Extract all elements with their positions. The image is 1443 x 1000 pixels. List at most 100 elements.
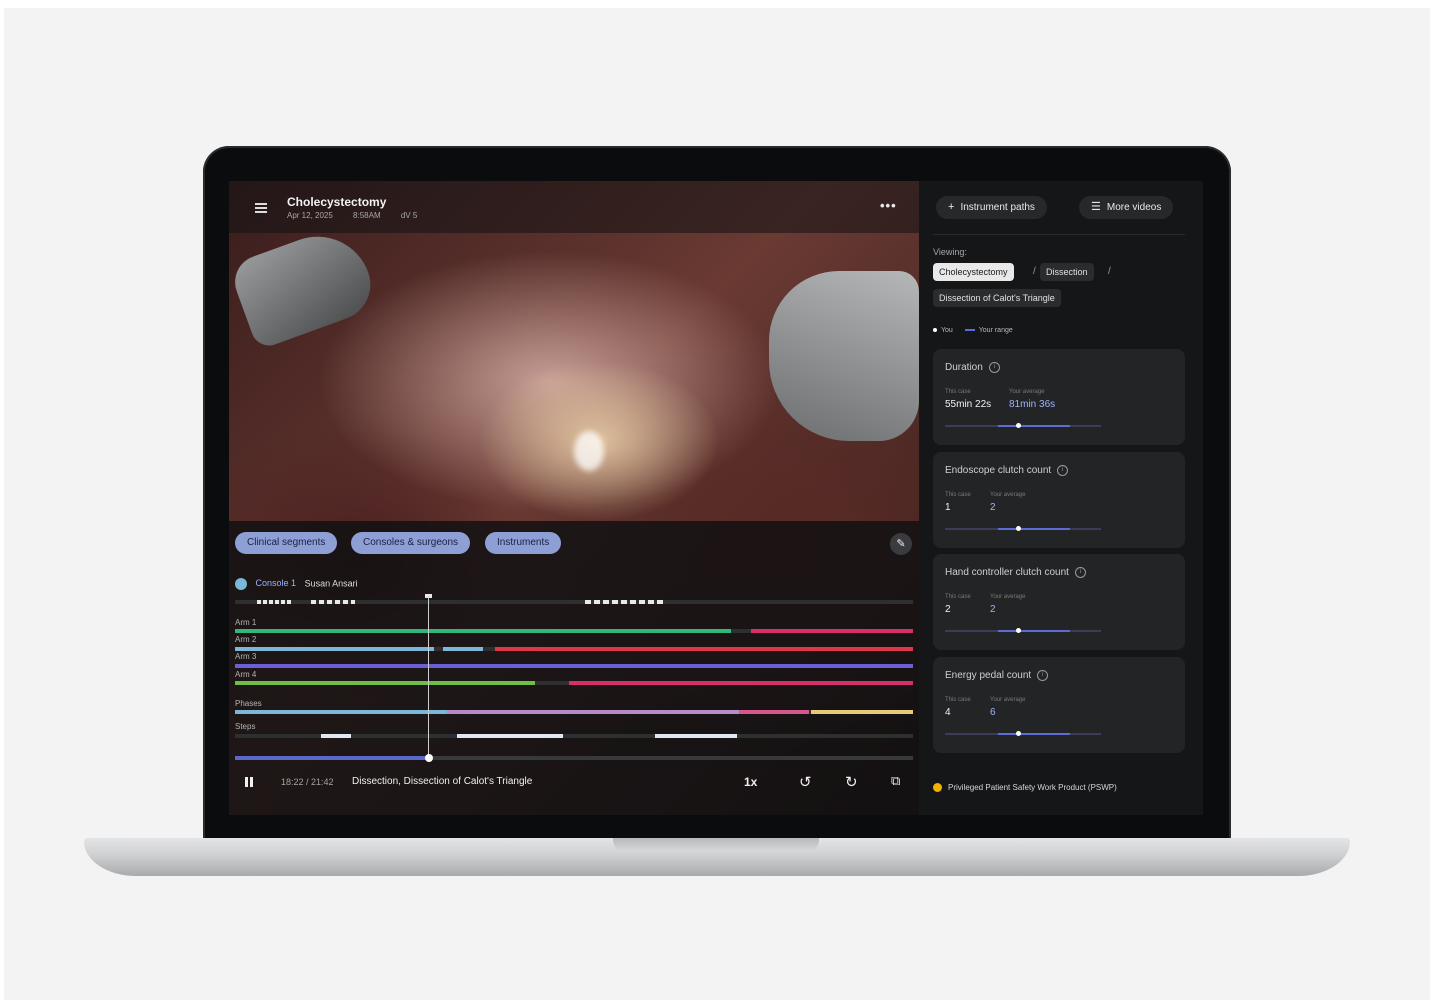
you-marker [1016,731,1022,736]
metric-card: Duration i This case Your average 55min 22s 8… [933,349,1185,445]
instrument-image [229,221,381,351]
arm-2-segment [235,647,434,651]
average-value: 6 [990,707,996,718]
metric-title-text: Duration [945,362,983,374]
this-case-label: This case [945,492,971,498]
chip-clinical-segments[interactable]: Clinical segments [235,532,338,554]
arm-3-segment [235,664,913,668]
legend-you-marker [933,328,937,333]
video-meta: Apr 12, 2025 8:58AM dV 5 [287,211,435,220]
arm-2-segment [495,647,913,651]
pswp-notice: Privileged Patient Safety Work Product (… [933,783,1117,793]
this-case-value: 1 [945,502,951,513]
arm-4-segment [235,681,535,685]
metric-title: Endoscope clutch count i [945,465,1069,476]
metric-card: Endoscope clutch count i This case Your ave… [933,452,1185,548]
your-range-bar [998,630,1070,632]
plus-icon: + [948,201,955,213]
average-value: 2 [990,604,996,615]
your-range-bar [998,733,1070,735]
phase-segment [811,710,913,714]
playback-controls: 18:22 / 21:42 Dissection, Dissection of … [229,769,919,799]
this-case-value: 4 [945,707,951,718]
legend-you: You [941,327,953,334]
divider [933,234,1185,235]
phase-segment [235,710,447,714]
phase-segment [447,710,739,714]
track-label-phases: Phases [235,699,262,708]
more-videos-label: More videos [1106,202,1162,213]
activity-segment [585,600,665,604]
chart-legend: You Your range [933,327,1013,334]
case-index: dV 5 [400,211,418,220]
breadcrumb-procedure[interactable]: Cholecystectomy [933,263,1014,281]
arm-2-segment [443,647,483,651]
average-value: 81min 36s [1009,399,1056,410]
chip-consoles-surgeons[interactable]: Consoles & surgeons [351,532,471,554]
pin-icon[interactable]: ✎ [890,533,912,555]
average-label: Your average [1009,389,1045,395]
step-segment [457,734,563,738]
chip-instruments[interactable]: Instruments [485,532,562,554]
console-label: Console 1 [255,578,297,589]
this-case-label: This case [945,697,971,703]
more-horizontal-icon[interactable]: ••• [880,198,897,213]
legend-range: Your range [978,327,1013,334]
rewind-icon[interactable]: ↺ [799,773,812,791]
video-date: Apr 12, 2025 [287,211,333,220]
arm-1-segment [235,629,731,633]
playback-speed-button[interactable]: 1x [744,775,757,789]
more-videos-button[interactable]: ☰ More videos [1079,196,1174,219]
average-label: Your average [990,492,1026,498]
picture-in-picture-icon[interactable]: ⧉ [891,773,900,789]
console-row: Console 1 Susan Ansari [235,578,358,592]
video-time: 8:58AM [353,211,381,220]
arm-1-segment [751,629,913,633]
info-icon[interactable]: i [1057,465,1069,476]
info-icon[interactable]: i [1074,567,1086,578]
video-header: Cholecystectomy Apr 12, 2025 8:58AM dV 5… [229,181,919,233]
this-case-value: 55min 22s [945,399,992,410]
tissue-highlight [574,431,604,471]
metric-card: Hand controller clutch count i This case Yo… [933,554,1185,650]
metric-title: Duration i [945,362,1000,373]
metric-title-text: Hand controller clutch count [945,567,1069,579]
instrument-paths-button[interactable]: + Instrument paths [936,196,1047,219]
instrument-paths-label: Instrument paths [960,202,1035,213]
metric-card: Energy pedal count i This case Your average… [933,657,1185,753]
app-screen: Cholecystectomy Apr 12, 2025 8:58AM dV 5… [229,181,1203,815]
step-segment [321,734,351,738]
list-icon: ☰ [1091,201,1101,213]
phase-segment [739,710,809,714]
playhead-line [428,596,429,758]
this-case-label: This case [945,389,971,395]
your-range-bar [998,528,1070,530]
track-label-arm-2: Arm 2 [235,635,257,644]
surgical-video[interactable]: Cholecystectomy Apr 12, 2025 8:58AM dV 5… [229,181,919,815]
arm-4-segment [569,681,913,685]
surgeon-name: Susan Ansari [304,578,358,589]
menu-icon[interactable] [255,203,267,213]
user-icon [235,578,247,590]
info-icon[interactable]: i [1037,670,1049,681]
breadcrumb-step[interactable]: Dissection of Calot's Triangle [933,289,1061,307]
forward-icon[interactable]: ↻ [845,773,858,791]
you-marker [1016,423,1022,428]
breadcrumb-phase[interactable]: Dissection [1040,263,1094,281]
metric-title-text: Energy pedal count [945,670,1032,682]
info-icon[interactable]: i [988,362,1000,373]
playhead-handle[interactable] [425,754,433,762]
video-title: Cholecystectomy [287,195,387,209]
your-range-bar [998,425,1070,427]
step-segment [655,734,737,738]
pause-icon[interactable] [245,777,253,787]
breadcrumb-separator: / [1108,266,1111,277]
you-marker [1016,526,1022,531]
pswp-text: Privileged Patient Safety Work Product (… [948,783,1117,792]
activity-segment [311,600,355,604]
activity-segment [257,600,293,604]
breadcrumb-separator: / [1033,266,1036,277]
viewing-label: Viewing: [933,247,967,257]
track-label-arm-3: Arm 3 [235,652,257,661]
average-label: Your average [990,697,1026,703]
